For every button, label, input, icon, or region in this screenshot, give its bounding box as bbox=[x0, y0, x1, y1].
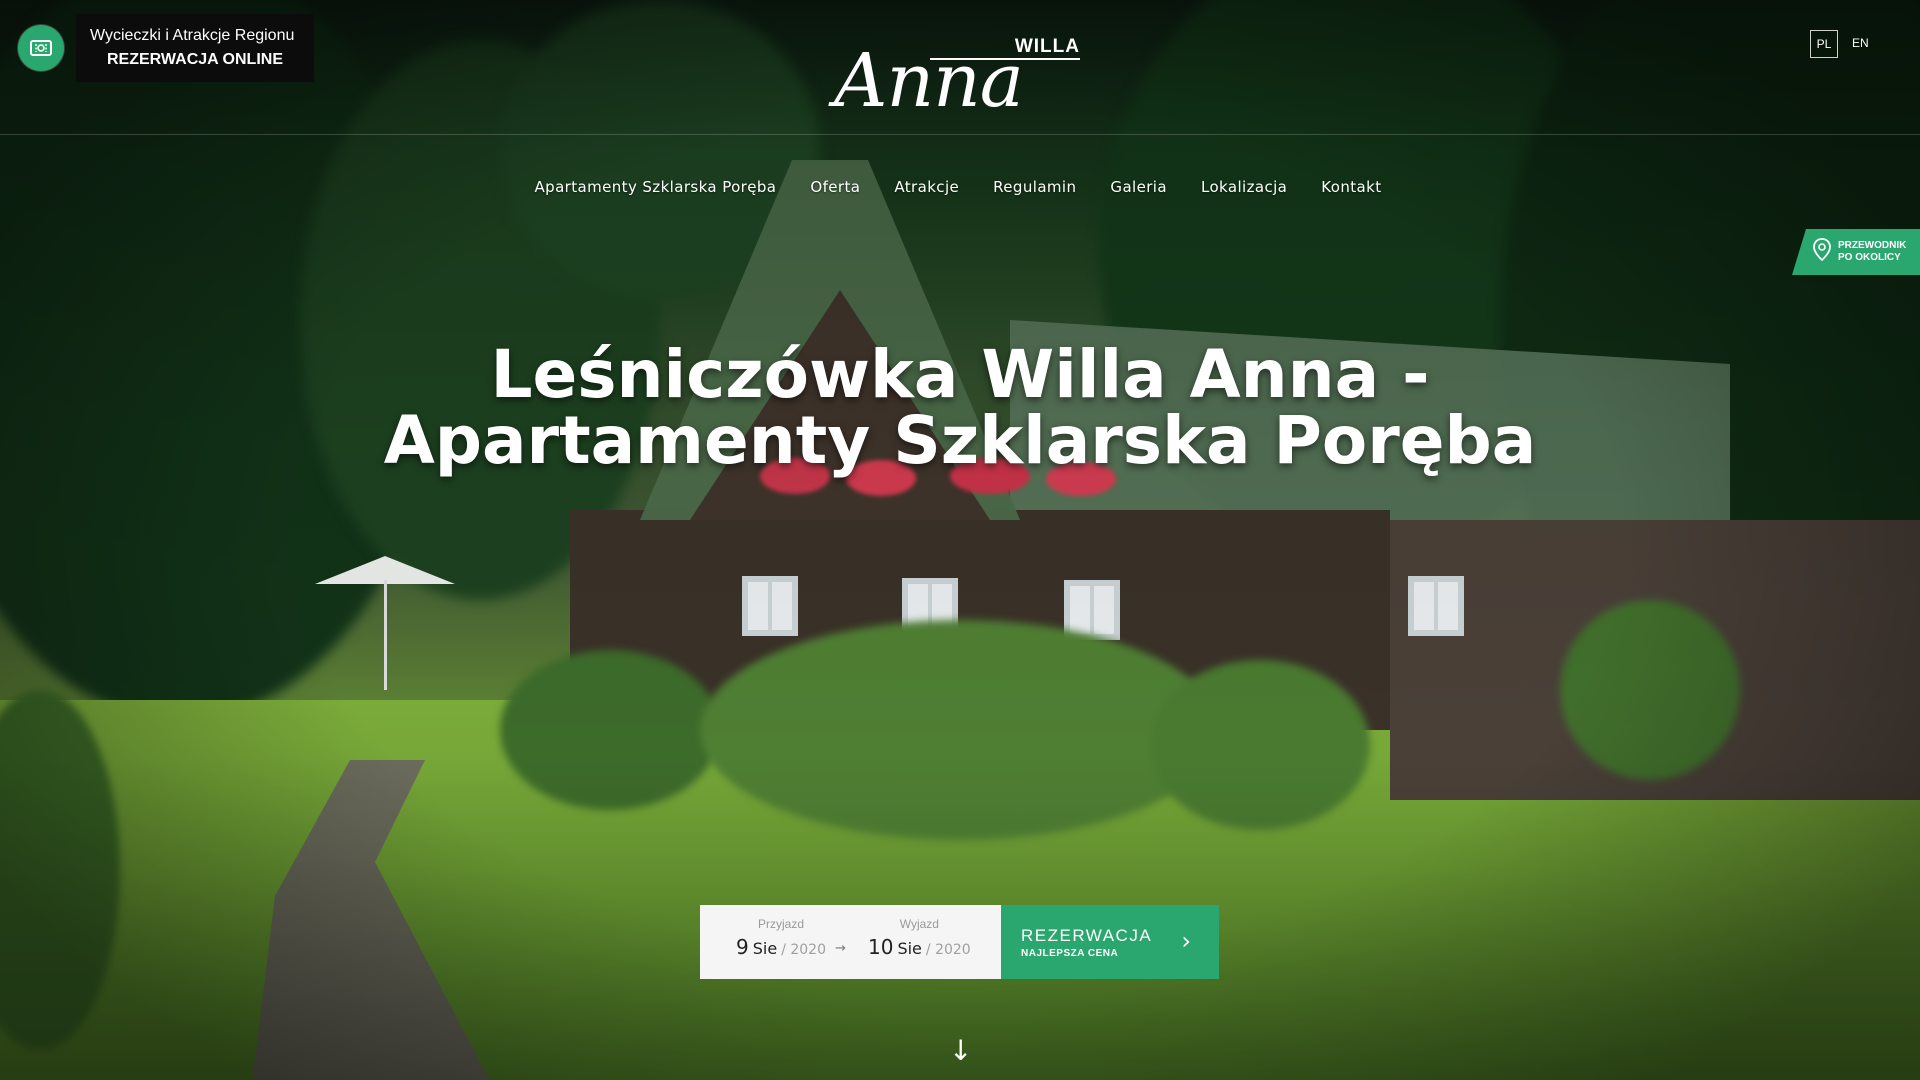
departure-year: / 2020 bbox=[925, 942, 971, 958]
scroll-down-arrow-icon[interactable]: ↓ bbox=[949, 1034, 972, 1067]
tours-booking-banner[interactable]: Wycieczki i Atrakcje Regionu REZERWACJA … bbox=[18, 14, 314, 82]
nav-item-oferta[interactable]: Oferta bbox=[793, 178, 877, 196]
departure-date-field[interactable]: Wyjazd 10 Sie/ 2020 bbox=[868, 917, 971, 959]
nav-item-lokalizacja[interactable]: Lokalizacja bbox=[1184, 178, 1304, 196]
nav-item-atrakcje[interactable]: Atrakcje bbox=[877, 178, 976, 196]
area-guide-button[interactable]: PRZEWODNIK PO OKOLICY bbox=[1792, 229, 1920, 275]
logo-willa: WILLA bbox=[1014, 36, 1080, 57]
departure-label: Wyjazd bbox=[899, 917, 939, 931]
area-guide-line2: PO OKOLICY bbox=[1838, 252, 1901, 263]
main-navigation: Apartamenty Szklarska Poręba Oferta Atra… bbox=[0, 178, 1920, 196]
map-pin-icon bbox=[1812, 238, 1832, 266]
arrow-right-icon: → bbox=[835, 941, 846, 956]
arrival-year: / 2020 bbox=[781, 942, 826, 958]
hero-title: Leśniczówka Willa Anna - Apartamenty Szk… bbox=[0, 342, 1920, 474]
arrival-label: Przyjazd bbox=[757, 917, 804, 931]
arrival-date-field[interactable]: Przyjazd 9 Sie/ 2020 bbox=[736, 917, 826, 959]
ticket-icon bbox=[18, 25, 64, 71]
arrival-month: Sie bbox=[752, 939, 778, 958]
nav-item-apartamenty[interactable]: Apartamenty Szklarska Poręba bbox=[518, 178, 794, 196]
departure-value: 10 Sie/ 2020 bbox=[868, 935, 971, 959]
reserve-sub-label: NAJLEPSZA CENA bbox=[1021, 947, 1119, 959]
area-guide-label: PRZEWODNIK PO OKOLICY bbox=[1838, 240, 1906, 264]
tours-booking-text[interactable]: Wycieczki i Atrakcje Regionu REZERWACJA … bbox=[76, 14, 314, 82]
hero-title-line1: Leśniczówka Willa Anna - bbox=[490, 336, 1430, 413]
hero-title-line2: Apartamenty Szklarska Poręba bbox=[383, 402, 1537, 479]
header-bar: Wycieczki i Atrakcje Regionu REZERWACJA … bbox=[0, 0, 1920, 135]
logo-anna: Anna bbox=[834, 38, 1024, 124]
reserve-label: REZERWACJA NAJLEPSZA CENA bbox=[1021, 926, 1152, 959]
nav-item-regulamin[interactable]: Regulamin bbox=[976, 178, 1093, 196]
reserve-main-label: REZERWACJA bbox=[1021, 925, 1153, 945]
departure-day: 10 bbox=[868, 935, 894, 959]
departure-month: Sie bbox=[897, 939, 922, 958]
nav-item-kontakt[interactable]: Kontakt bbox=[1304, 178, 1398, 196]
booking-online-line: REZERWACJA ONLINE bbox=[106, 51, 283, 68]
area-guide-line1: PRZEWODNIK bbox=[1838, 240, 1907, 251]
reserve-button[interactable]: REZERWACJA NAJLEPSZA CENA › bbox=[1001, 905, 1219, 979]
booking-widget: Przyjazd 9 Sie/ 2020 → Wyjazd 10 Sie/ 2020… bbox=[700, 905, 1220, 979]
language-en-button[interactable]: EN bbox=[1852, 36, 1869, 50]
arrival-value: 9 Sie/ 2020 bbox=[736, 935, 826, 959]
nav-item-galeria[interactable]: Galeria bbox=[1093, 178, 1184, 196]
arrival-day: 9 bbox=[736, 935, 749, 959]
tours-line: Wycieczki i Atrakcje Regionu bbox=[90, 27, 295, 44]
chevron-right-icon: › bbox=[1181, 927, 1191, 955]
site-logo[interactable]: WILLA Anna bbox=[834, 28, 1086, 124]
language-pl-button[interactable]: PL bbox=[1810, 30, 1838, 58]
date-range-picker: Przyjazd 9 Sie/ 2020 → Wyjazd 10 Sie/ 2020 bbox=[700, 905, 1001, 979]
